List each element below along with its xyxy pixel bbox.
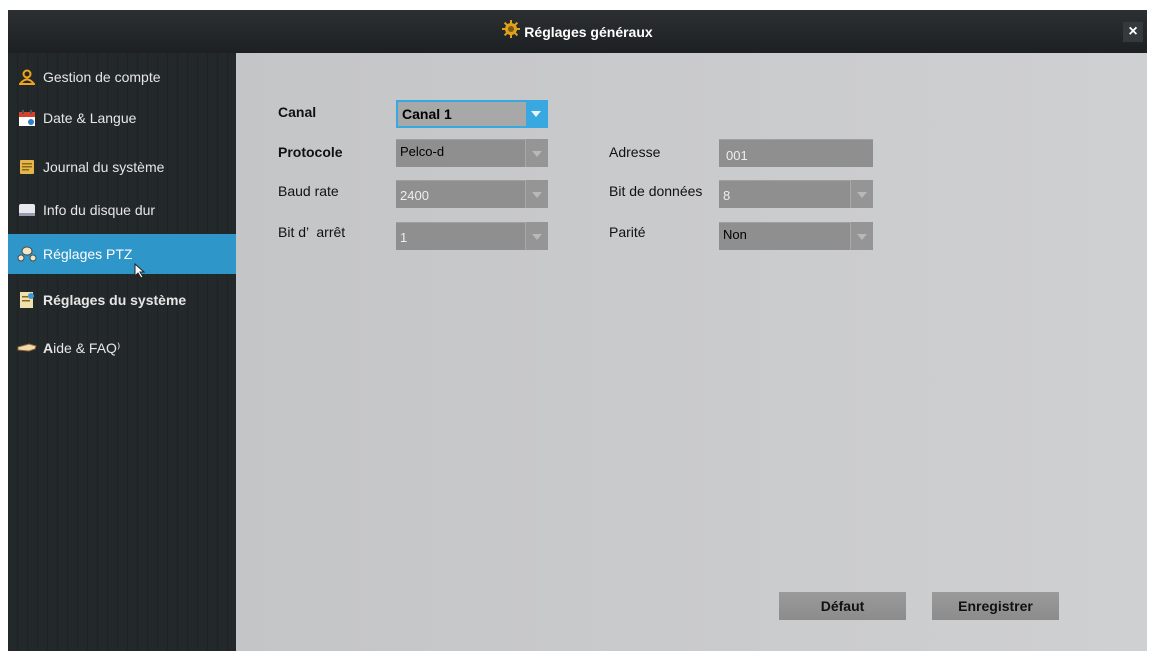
sidebar-item-system-settings[interactable]: Réglages du système bbox=[8, 280, 236, 320]
parite-value: Non bbox=[723, 227, 747, 242]
bit-arret-label: Bit d’ arrêt bbox=[278, 224, 346, 240]
sidebar-item-ptz[interactable]: Réglages PTZ bbox=[8, 234, 236, 279]
sidebar-item-hard-disk[interactable]: Info du disque dur bbox=[8, 190, 236, 230]
sidebar-item-label: ide & FAQ⁾ bbox=[53, 339, 121, 356]
title-bar: Réglages généraux × bbox=[8, 10, 1147, 53]
protocole-value: Pelco-d bbox=[400, 144, 445, 159]
adresse-label: Adresse bbox=[609, 144, 661, 160]
adresse-input[interactable]: 001 bbox=[719, 139, 873, 167]
chevron-down-icon bbox=[525, 222, 548, 250]
chevron-down-icon bbox=[525, 180, 548, 208]
default-button[interactable]: Défaut bbox=[779, 592, 906, 620]
baud-rate-select[interactable]: 2400 bbox=[396, 180, 548, 208]
sidebar-item-label: Journal du système bbox=[43, 159, 165, 175]
ptz-camera-icon bbox=[17, 245, 37, 263]
adresse-value: 001 bbox=[726, 148, 748, 163]
bit-donnees-label: Bit de données bbox=[609, 183, 703, 199]
system-settings-icon bbox=[17, 291, 37, 309]
protocole-select[interactable]: Pelco-d bbox=[396, 139, 548, 167]
parite-label: Parité bbox=[609, 224, 646, 240]
sidebar-item-system-log[interactable]: Journal du système bbox=[8, 147, 236, 187]
sidebar-item-label: Info du disque dur bbox=[43, 202, 156, 218]
save-button[interactable]: Enregistrer bbox=[932, 592, 1059, 620]
window-title: Réglages généraux bbox=[524, 23, 653, 40]
sidebar-item-label: Réglages du système bbox=[43, 292, 187, 308]
sidebar-item-label: Réglages PTZ bbox=[43, 246, 133, 262]
canal-select[interactable]: Canal 1 bbox=[396, 100, 548, 128]
sidebar-item-account[interactable]: Gestion de compte bbox=[8, 57, 236, 97]
chevron-down-icon bbox=[526, 102, 546, 126]
chevron-down-icon bbox=[850, 180, 873, 208]
parite-select[interactable]: Non bbox=[719, 222, 873, 250]
chevron-down-icon bbox=[525, 139, 548, 167]
bit-arret-select[interactable]: 1 bbox=[396, 222, 548, 250]
bit-donnees-value: 8 bbox=[723, 188, 731, 203]
settings-window: Réglages généraux × Gestion de compte Da… bbox=[8, 10, 1147, 651]
help-hand-icon bbox=[17, 339, 37, 357]
baud-rate-label: Baud rate bbox=[278, 183, 339, 199]
ptz-settings-panel: Canal Canal 1 Protocole Pelco-d Adresse … bbox=[236, 53, 1147, 651]
protocole-label: Protocole bbox=[278, 144, 343, 160]
canal-label: Canal bbox=[278, 104, 317, 120]
calendar-icon bbox=[17, 109, 37, 127]
sidebar-item-label-initial: A bbox=[43, 340, 54, 356]
gear-icon bbox=[502, 20, 521, 43]
canal-value: Canal 1 bbox=[402, 106, 452, 122]
sidebar-item-label: Gestion de compte bbox=[43, 69, 161, 85]
hard-disk-icon bbox=[17, 201, 37, 219]
bit-donnees-select[interactable]: 8 bbox=[719, 180, 873, 208]
sidebar-item-label: Date & Langue bbox=[43, 110, 137, 126]
user-icon bbox=[17, 68, 37, 86]
chevron-down-icon bbox=[850, 222, 873, 250]
close-button[interactable]: × bbox=[1123, 22, 1143, 42]
baud-rate-value: 2400 bbox=[400, 188, 429, 203]
sidebar-item-help-faq[interactable]: A ide & FAQ⁾ bbox=[8, 328, 236, 368]
bit-arret-value: 1 bbox=[400, 230, 408, 245]
log-book-icon bbox=[17, 158, 37, 176]
sidebar: Gestion de compte Date & Langue Journal … bbox=[8, 53, 236, 651]
sidebar-item-date-language[interactable]: Date & Langue bbox=[8, 98, 236, 138]
